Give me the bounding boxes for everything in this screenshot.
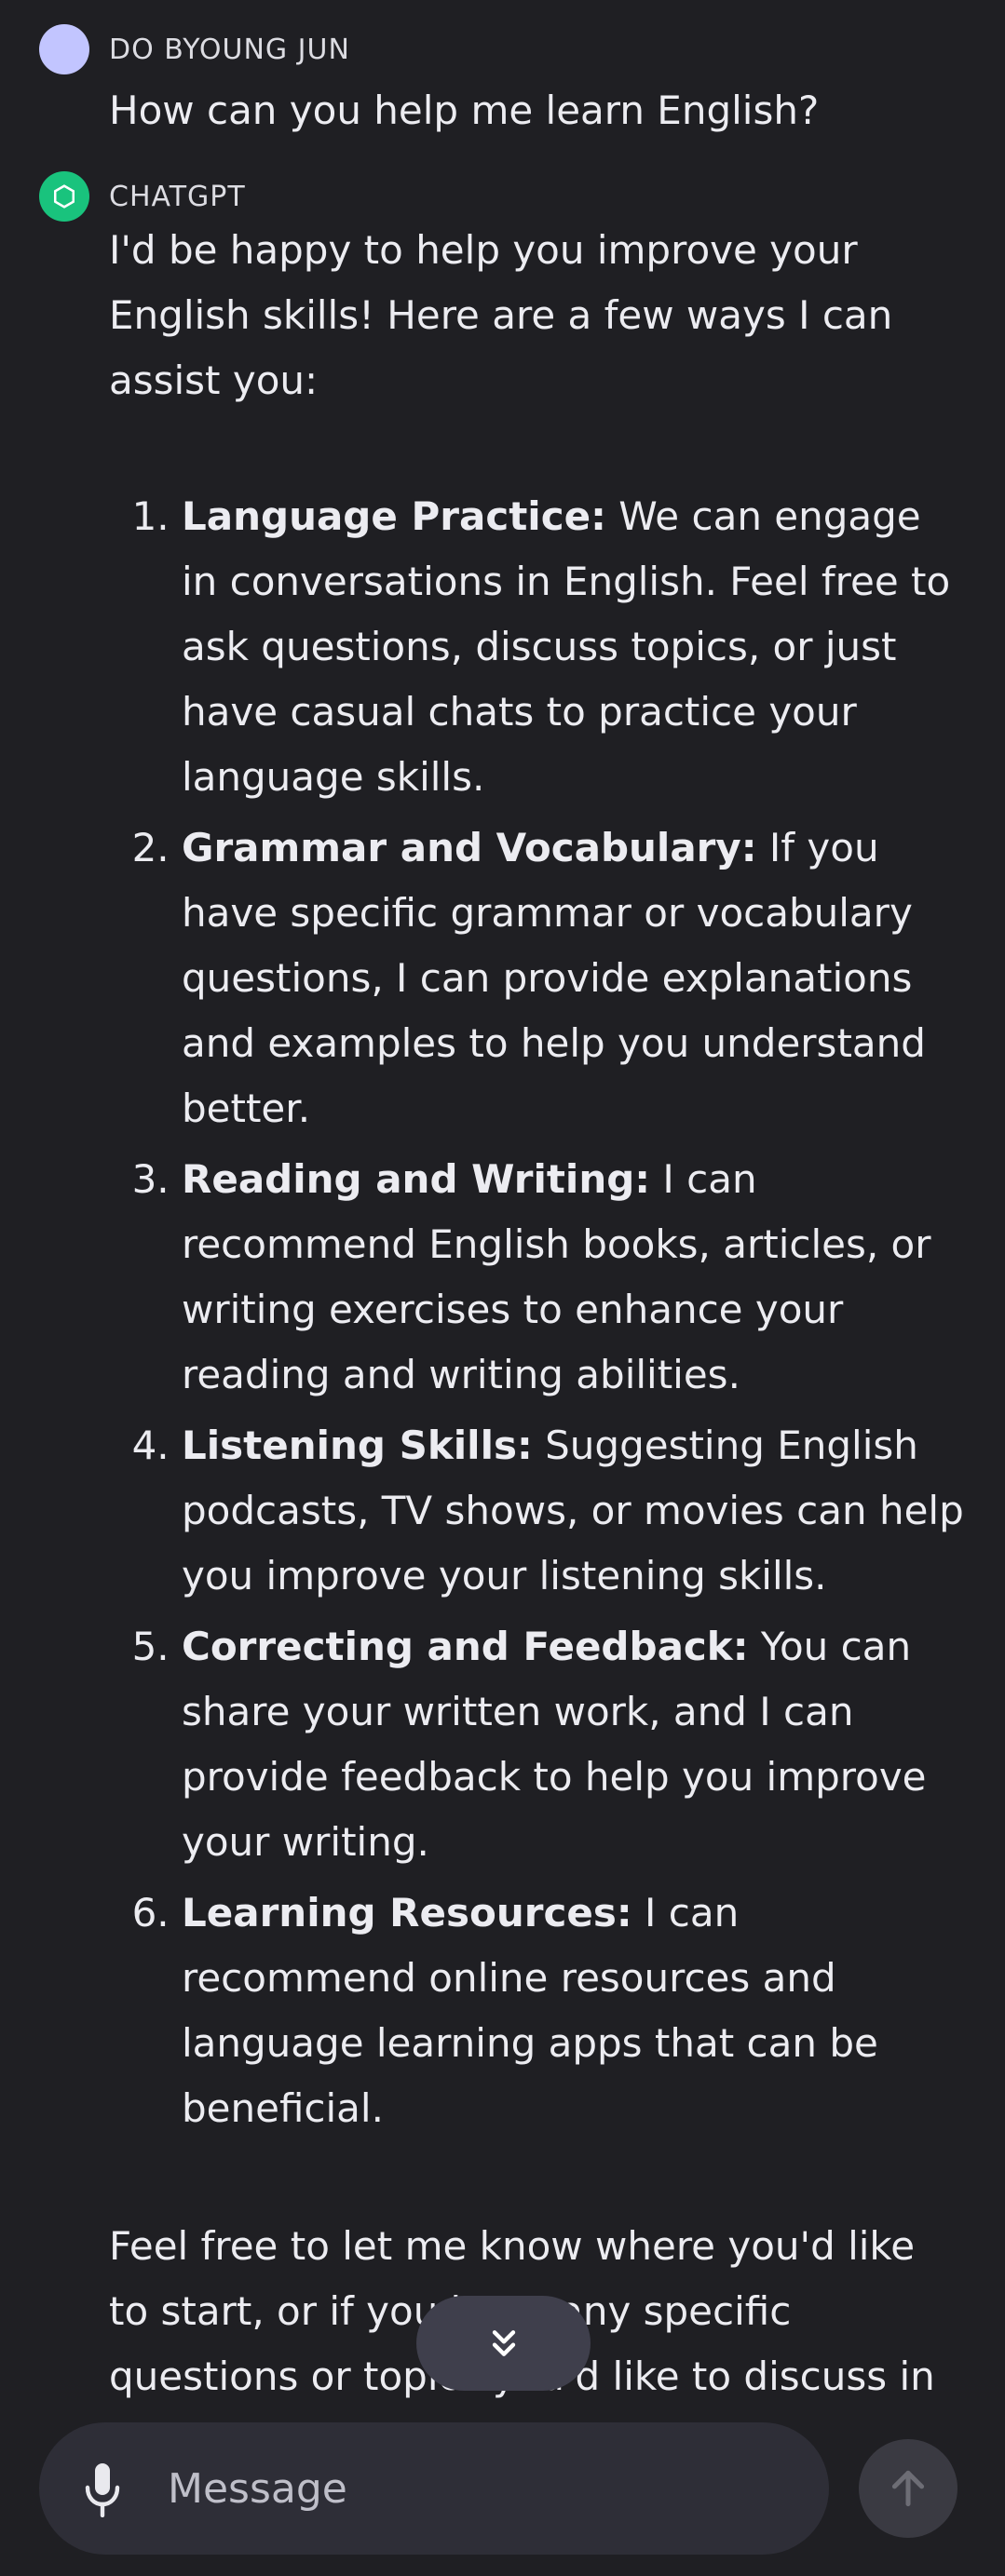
list-item-text: If you have specific grammar or vocabula… bbox=[182, 825, 926, 1131]
list-item-text: We can engage in conversations in Englis… bbox=[182, 493, 951, 800]
user-avatar bbox=[39, 24, 89, 74]
suggestion-list: Language Practice: We can engage in conv… bbox=[109, 484, 964, 2141]
double-chevron-down-icon bbox=[492, 2330, 515, 2356]
list-item-title: Language Practice: bbox=[182, 493, 606, 539]
list-item-title: Listening Skills: bbox=[182, 1423, 533, 1468]
user-sender-name: DO BYOUNG JUN bbox=[109, 34, 350, 66]
list-item: Language Practice: We can engage in conv… bbox=[182, 484, 964, 810]
assistant-message-body: I'd be happy to help you improve your En… bbox=[109, 218, 964, 2475]
send-button[interactable] bbox=[859, 2439, 957, 2538]
list-item-title: Grammar and Vocabulary: bbox=[182, 825, 757, 870]
list-item: Correcting and Feedback: You can share y… bbox=[182, 1614, 964, 1875]
message-input[interactable] bbox=[168, 2422, 801, 2555]
arrow-up-icon bbox=[891, 2470, 925, 2507]
list-item-title: Correcting and Feedback: bbox=[182, 1624, 749, 1669]
list-item-title: Reading and Writing: bbox=[182, 1156, 651, 1202]
user-message-text: How can you help me learn English? bbox=[109, 88, 820, 133]
scroll-to-bottom-button[interactable] bbox=[416, 2296, 591, 2391]
message-composer bbox=[39, 2422, 829, 2555]
list-item: Listening Skills: Suggesting English pod… bbox=[182, 1413, 964, 1609]
microphone-icon[interactable] bbox=[84, 2461, 121, 2518]
openai-logo-icon bbox=[39, 171, 89, 222]
assistant-sender-name: CHATGPT bbox=[109, 181, 246, 213]
list-item: Reading and Writing: I can recommend Eng… bbox=[182, 1147, 964, 1408]
list-item: Grammar and Vocabulary: If you have spec… bbox=[182, 816, 964, 1141]
list-item-title: Learning Resources: bbox=[182, 1890, 632, 1935]
list-item: Learning Resources: I can recommend onli… bbox=[182, 1881, 964, 2141]
assistant-intro: I'd be happy to help you improve your En… bbox=[109, 227, 893, 403]
